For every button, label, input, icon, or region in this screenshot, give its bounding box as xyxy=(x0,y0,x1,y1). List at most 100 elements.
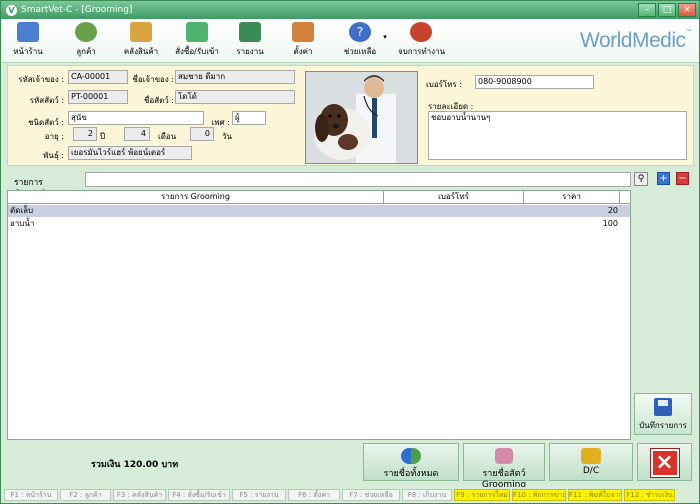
cell-item: ตัดเล็บ xyxy=(10,206,34,215)
f10-key[interactable]: F10 : พักการขาย xyxy=(512,489,566,501)
logo-text: WorldMedic xyxy=(580,29,686,52)
save-items-label: บันทึกรายการ xyxy=(639,421,687,430)
table-header: รายการ Grooming เบอร์โทร์ ราคา xyxy=(8,191,630,204)
table-row[interactable]: ตัดเล็บ 20 xyxy=(8,205,630,217)
cell-price: 20 xyxy=(607,206,618,215)
worldmedic-logo: WorldMedic™ xyxy=(580,29,691,52)
sex-field[interactable]: ผู้ xyxy=(232,111,266,125)
f4-key[interactable]: F4 : สั่งซื้อ/รับเข้า xyxy=(168,489,230,501)
owner-id-label: รหัสเจ้าของ : xyxy=(18,75,64,84)
column-header-item[interactable]: รายการ Grooming xyxy=(8,191,384,204)
patient-info-panel: รหัสเจ้าของ : CA-00001 ชื่อเจ้าของ : สมช… xyxy=(7,65,694,166)
main-toolbar: หน้าร้าน ลูกค้า คลังสินค้า สั่งซื้อ/รับเ… xyxy=(2,19,699,63)
f1-key[interactable]: F1 : หน้าร้าน xyxy=(4,489,58,501)
toolbar-label: รายงาน xyxy=(236,47,264,56)
owner-id-field[interactable]: CA-00001 xyxy=(68,70,128,84)
toolbar-report-button[interactable]: รายงาน xyxy=(234,22,266,60)
total-amount: รวมเงิน 120.00 บาท xyxy=(91,460,179,470)
discount-label: D/C xyxy=(582,466,600,476)
minimize-button[interactable]: – xyxy=(638,3,656,17)
f5-key[interactable]: F5 : รายงาน xyxy=(232,489,286,501)
warehouse-icon xyxy=(130,22,152,42)
breed-field[interactable]: เยอรมันไวร์แฮร์ พ้อยน์เตอร์ xyxy=(68,146,192,160)
app-window: V SmartVet-C - [Grooming] – □ × หน้าร้าน… xyxy=(0,0,700,504)
pet-id-label: รหัสสัตว์ : xyxy=(29,96,64,105)
discount-button[interactable]: D/C xyxy=(549,443,633,481)
species-label: ชนิดสัตว์ : xyxy=(28,118,64,127)
toolbar-customers-button[interactable]: ลูกค้า xyxy=(68,22,104,60)
all-names-button[interactable]: รายชื่อทั้งหมด xyxy=(363,443,459,481)
owner-name-field[interactable]: สมชาย ดีมาก xyxy=(175,70,295,84)
column-header-price[interactable]: ราคา xyxy=(524,191,620,204)
save-items-button[interactable]: บันทึกรายการ xyxy=(634,393,692,435)
pet-name-label: ชื่อสัตว์ : xyxy=(143,96,174,105)
exit-icon xyxy=(410,22,432,42)
toolbar-label: ตั้งค่า xyxy=(293,47,313,56)
toolbar-settings-button[interactable]: ตั้งค่า xyxy=(288,22,318,60)
breed-label: พันธุ์ : xyxy=(43,151,64,160)
detail-textarea[interactable]: ชอบอาบน้ำนานๆ xyxy=(428,111,687,160)
grooming-animals-button[interactable]: รายชื่อสัตว์ Grooming xyxy=(463,443,545,490)
help-icon: ? xyxy=(349,22,371,42)
toolbar-label: หน้าร้าน xyxy=(13,47,43,56)
app-icon: V xyxy=(6,4,17,16)
cell-phone xyxy=(384,205,524,217)
f8-key[interactable]: F8 : เก็บงาน xyxy=(402,489,452,501)
toolbar-help-button[interactable]: ? ช่วยเหลือ xyxy=(340,22,380,60)
pet-id-field[interactable]: PT-00001 xyxy=(68,90,128,104)
f6-key[interactable]: F6 : ตั้งค่า xyxy=(288,489,340,501)
bottom-action-bar: รวมเงิน 120.00 บาท รายชื่อทั้งหมด รายชื่… xyxy=(7,441,694,490)
years-unit: ปี xyxy=(100,132,106,141)
age-years-field[interactable]: 2 xyxy=(73,127,97,141)
months-unit: เดือน xyxy=(158,132,177,141)
pet-name-field[interactable]: โดโด้ xyxy=(175,90,295,104)
grooming-search-input[interactable] xyxy=(85,172,631,187)
window-title: SmartVet-C - [Grooming] xyxy=(21,5,133,15)
title-bar: V SmartVet-C - [Grooming] – □ × xyxy=(1,1,699,19)
toolbar-warehouse-button[interactable]: คลังสินค้า xyxy=(120,22,162,60)
toolbar-label: คลังสินค้า xyxy=(123,47,159,56)
all-names-label: รายชื่อทั้งหมด xyxy=(383,469,439,479)
cell-price: 100 xyxy=(602,219,618,228)
users-icon xyxy=(401,448,421,464)
report-icon xyxy=(239,22,261,42)
settings-icon xyxy=(292,22,314,42)
toolbar-exit-button[interactable]: จบการทำงาน xyxy=(398,22,445,60)
close-window-button[interactable]: × xyxy=(678,3,696,17)
f3-key[interactable]: F3 : คลังสินค้า xyxy=(113,489,166,501)
f9-key[interactable]: F9 : รายการใหม่ xyxy=(454,489,510,501)
f12-key[interactable]: F12 : ชำระเงิน xyxy=(624,489,675,501)
f2-key[interactable]: F2 : ลูกค้า xyxy=(60,489,111,501)
age-months-field[interactable]: 4 xyxy=(124,127,150,141)
dog-icon xyxy=(495,448,513,464)
toolbar-shopfront-button[interactable]: หน้าร้าน xyxy=(10,22,46,60)
cell-phone xyxy=(384,218,524,230)
maximize-button[interactable]: □ xyxy=(658,3,676,17)
f7-key[interactable]: F7 : ช่วยเหลือ xyxy=(342,489,400,501)
vet-with-dog-image xyxy=(306,72,417,163)
toolbar-order-button[interactable]: สั่งซื้อ/รับเข้า xyxy=(174,22,220,60)
f11-key[interactable]: F11 : พิมพ์ใบจาก xyxy=(568,489,622,501)
column-header-phone[interactable]: เบอร์โทร์ xyxy=(384,191,524,204)
add-icon[interactable]: + xyxy=(657,172,670,185)
species-field[interactable]: สุนัข xyxy=(68,111,204,125)
customers-icon xyxy=(75,22,97,42)
search-icon[interactable]: ⚲ xyxy=(634,172,648,186)
remove-icon[interactable]: − xyxy=(676,172,689,185)
toolbar-label: ช่วยเหลือ xyxy=(343,47,377,56)
side-panel: บันทึกรายการ xyxy=(633,190,694,440)
toolbar-label: ลูกค้า xyxy=(76,47,96,56)
close-icon: × xyxy=(649,448,680,478)
cancel-button[interactable]: × xyxy=(637,443,692,481)
age-days-field[interactable]: 0 xyxy=(190,127,214,141)
grooming-table: รายการ Grooming เบอร์โทร์ ราคา ตัดเล็บ 2… xyxy=(7,190,631,440)
table-row[interactable]: อาบน้ำ 100 xyxy=(8,218,630,230)
order-icon xyxy=(186,22,208,42)
days-unit: วัน xyxy=(222,132,232,141)
cell-item: อาบน้ำ xyxy=(10,219,35,228)
money-icon xyxy=(581,448,601,464)
pet-photo xyxy=(305,71,418,164)
phone-field[interactable]: 080-9008900 xyxy=(475,75,594,89)
monitor-icon xyxy=(17,22,39,42)
function-key-bar: F1 : หน้าร้าน F2 : ลูกค้า F3 : คลังสินค้… xyxy=(2,487,699,503)
